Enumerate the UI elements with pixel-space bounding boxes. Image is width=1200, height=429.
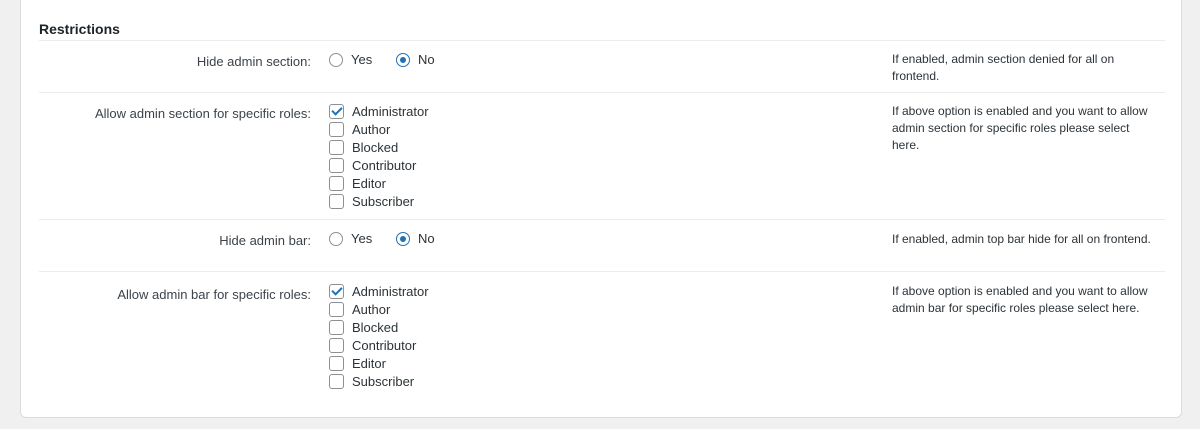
hide-admin-section-yes[interactable]: Yes xyxy=(329,52,372,67)
hide-admin-section-label: Hide admin section: xyxy=(196,54,311,69)
admin-bar-role-author[interactable]: Author xyxy=(329,302,390,317)
admin-section-role-administrator[interactable]: Administrator xyxy=(329,104,429,119)
role-label: Administrator xyxy=(352,284,429,299)
admin-section-role-blocked[interactable]: Blocked xyxy=(329,140,398,155)
role-label: Editor xyxy=(352,176,386,191)
radio-checked-icon[interactable] xyxy=(396,52,410,67)
checkbox-icon[interactable] xyxy=(329,122,344,137)
role-label: Blocked xyxy=(352,140,399,155)
row-divider xyxy=(39,219,1165,220)
allow-admin-bar-roles-description: If above option is enabled and you want … xyxy=(892,284,1148,315)
allow-admin-section-roles-label: Allow admin section for specific roles: xyxy=(94,106,311,121)
allow-admin-bar-roles-label: Allow admin bar for specific roles: xyxy=(117,287,311,302)
option-label: No xyxy=(418,231,435,246)
checkbox-icon[interactable] xyxy=(329,176,344,191)
checkbox-icon[interactable] xyxy=(329,356,344,371)
option-label: Yes xyxy=(351,231,373,246)
row-divider xyxy=(39,271,1165,272)
hide-admin-bar-description: If enabled, admin top bar hide for all o… xyxy=(892,232,1151,246)
admin-bar-role-contributor[interactable]: Contributor xyxy=(329,338,416,353)
hide-admin-bar-yes[interactable]: Yes xyxy=(329,231,372,246)
admin-section-role-author[interactable]: Author xyxy=(329,122,390,137)
row-divider xyxy=(39,40,1165,41)
admin-bar-role-blocked[interactable]: Blocked xyxy=(329,320,398,335)
admin-section-role-editor[interactable]: Editor xyxy=(329,176,386,191)
admin-bar-role-administrator[interactable]: Administrator xyxy=(329,284,429,299)
role-label: Administrator xyxy=(352,104,429,119)
option-label: No xyxy=(418,52,435,67)
section-title: Restrictions xyxy=(39,21,120,37)
hide-admin-bar-label: Hide admin bar: xyxy=(219,233,311,248)
hide-admin-bar-no[interactable]: No xyxy=(396,231,435,246)
radio-checked-icon[interactable] xyxy=(396,231,410,246)
checkbox-icon[interactable] xyxy=(329,158,344,173)
role-label: Author xyxy=(352,302,391,317)
checkbox-checked-icon[interactable] xyxy=(329,284,344,299)
admin-bar-role-subscriber[interactable]: Subscriber xyxy=(329,374,414,389)
checkbox-icon[interactable] xyxy=(329,374,344,389)
admin-section-role-contributor[interactable]: Contributor xyxy=(329,158,416,173)
option-label: Yes xyxy=(351,52,373,67)
allow-admin-section-roles-description: If above option is enabled and you want … xyxy=(892,104,1148,152)
role-label: Contributor xyxy=(352,158,417,173)
role-label: Contributor xyxy=(352,338,417,353)
checkbox-icon[interactable] xyxy=(329,194,344,209)
role-label: Subscriber xyxy=(352,374,415,389)
role-label: Author xyxy=(352,122,391,137)
role-label: Editor xyxy=(352,356,386,371)
row-divider xyxy=(39,92,1165,93)
radio-icon[interactable] xyxy=(329,231,343,246)
checkbox-checked-icon[interactable] xyxy=(329,104,344,119)
admin-bar-role-editor[interactable]: Editor xyxy=(329,356,386,371)
hide-admin-section-description: If enabled, admin section denied for all… xyxy=(892,52,1115,83)
checkbox-icon[interactable] xyxy=(329,302,344,317)
checkbox-icon[interactable] xyxy=(329,140,344,155)
checkbox-icon[interactable] xyxy=(329,338,344,353)
role-label: Blocked xyxy=(352,320,399,335)
checkbox-icon[interactable] xyxy=(329,320,344,335)
radio-icon[interactable] xyxy=(329,52,343,67)
hide-admin-section-no[interactable]: No xyxy=(396,52,435,67)
admin-section-role-subscriber[interactable]: Subscriber xyxy=(329,194,414,209)
role-label: Subscriber xyxy=(352,194,415,209)
